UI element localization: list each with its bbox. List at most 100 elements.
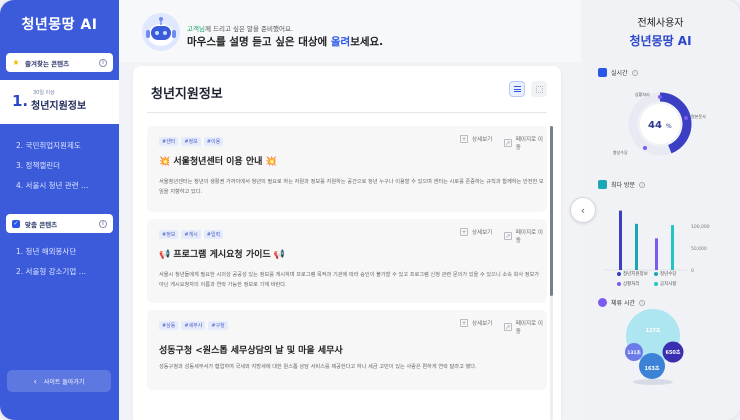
custom-header-label: 맞춤 콘텐츠 [25, 220, 58, 229]
robot-avatar-icon [142, 13, 180, 51]
bar-chart-icon [598, 180, 607, 189]
instruction-text: 마우스를 설명 듣고 싶은 대상에 올려보세요. [187, 36, 384, 48]
donut-label: 상황처리 [635, 91, 650, 97]
y-tick-label: 50,000 [691, 246, 707, 252]
collapse-panel-button[interactable]: ‹ [570, 197, 596, 223]
active-item-number: 1. [12, 92, 29, 110]
info-icon[interactable]: i [99, 219, 107, 228]
tag[interactable]: #세무사 [181, 321, 206, 330]
info-icon[interactable]: i [639, 299, 645, 306]
checkbox-icon: ✓ [12, 219, 20, 228]
grid-view-button[interactable] [531, 81, 547, 97]
card-title: 📢 프로그램 게시요청 가이드 📢 [159, 250, 286, 260]
go-to-page-button[interactable]: ↗ 페이지로 이동 [504, 228, 547, 244]
bar-2 [655, 238, 658, 270]
sidebar-item-smb[interactable]: 2. 서울형 강소기업 … [16, 266, 86, 277]
stats-title: 전체사용자 [637, 18, 684, 29]
donut-label: 향상수당 [613, 149, 628, 155]
stats-panel: 전체사용자 청년몽땅 AI 실시간 i 44 % 상황처리 원본문서 향상수당 … [581, 0, 740, 420]
tag-list: #정보 #게시 #입력 [159, 230, 224, 239]
divider [147, 112, 547, 113]
back-button-label: 사이트 돌아가기 [43, 378, 85, 386]
external-link-icon: ↗ [504, 139, 512, 147]
y-tick-label: 0 [691, 268, 694, 274]
detail-button[interactable]: + 상세보기 [460, 135, 492, 143]
star-icon: ★ [12, 58, 20, 67]
list-icon [513, 86, 521, 92]
favorites-header[interactable]: ★ 즐겨찾는 콘텐츠 i [6, 53, 113, 72]
go-to-page-button[interactable]: ↗ 페이지로 이동 [504, 319, 547, 335]
bar-chart: 100,000 50,000 0 [605, 210, 710, 274]
tag[interactable]: #정보 [159, 230, 179, 239]
info-icon[interactable]: i [631, 69, 638, 76]
external-link-icon: ↗ [504, 323, 512, 331]
bubble-icon [598, 298, 607, 307]
tag[interactable]: #구청 [208, 321, 228, 330]
donut-center-value: 44 [648, 120, 662, 131]
greeting-text: 고객님께 드리고 싶은 말을 준비했어요. [187, 25, 294, 33]
bar-3 [671, 225, 674, 270]
info-card: #정보 #게시 #입력 + 상세보기 ↗ 페이지로 이동 📢 프로그램 게시요청 가… [147, 219, 547, 303]
card-description: 서울청년센터는 청년의 생활권 가까이에서 청년의 필요로 하는 자원과 정보를… [159, 179, 544, 195]
list-view-button[interactable] [509, 81, 525, 97]
external-link-icon: ↗ [504, 232, 512, 240]
bubble-label: 163초 [644, 365, 659, 372]
greeting-bar: 고객님께 드리고 싶은 말을 준비했어요. 마우스를 설명 듣고 싶은 대상에 … [119, 0, 581, 62]
sidebar-item-seoul-youth[interactable]: 4. 서울시 청년 관련 … [16, 180, 89, 191]
y-tick-label: 100,000 [691, 224, 710, 230]
realtime-header: 실시간 i [598, 68, 638, 77]
bubble-label: 650초 [665, 349, 680, 356]
realtime-icon [598, 68, 607, 77]
tag[interactable]: #입력 [203, 230, 224, 239]
brand-title: 청년몽땅 AI [21, 17, 98, 33]
go-to-page-button[interactable]: ↗ 페이지로 이동 [504, 135, 547, 151]
bubble-chart: 127초 650초 131초 163초 [625, 309, 684, 385]
tag[interactable]: #상동 [159, 321, 179, 330]
bar-1 [635, 223, 638, 270]
plus-icon: + [460, 319, 468, 327]
app-window: 청년몽땅 AI ★ 즐겨찾는 콘텐츠 i 1. 30일 이상 청년지원정보 2.… [0, 0, 740, 420]
active-item-label: 청년지원정보 [31, 101, 87, 112]
legend-item: 공지사항 [654, 281, 677, 287]
scrollbar[interactable] [550, 126, 553, 420]
legend-item: 청년수당 [654, 271, 677, 277]
donut-chart: 44 % 상황처리 원본문서 향상수당 [613, 91, 706, 156]
info-card: #센터 #정보 #이용 + 상세보기 ↗ 페이지로 이동 💥 서울청년센터 이용 안… [147, 126, 547, 212]
sidebar-item-youth-support[interactable]: 1. 30일 이상 청년지원정보 [0, 80, 119, 124]
favorites-header-label: 즐겨찾는 콘텐츠 [25, 59, 70, 68]
plus-icon: + [460, 228, 468, 236]
card-title: 💥 서울청년센터 이용 안내 💥 [159, 157, 277, 167]
plus-icon: + [460, 135, 468, 143]
detail-button[interactable]: + 상세보기 [460, 228, 492, 236]
scrollbar-thumb[interactable] [550, 126, 553, 296]
info-icon[interactable]: i [99, 58, 107, 67]
detail-button[interactable]: + 상세보기 [460, 319, 492, 327]
sidebar-item-volunteer[interactable]: 1. 청년 해외봉사단 [16, 246, 76, 257]
chevron-left-icon: ‹ [33, 376, 37, 386]
donut-center-unit: % [666, 123, 672, 130]
bubble-label: 127초 [645, 327, 660, 334]
legend-item: 청년지원정보 [617, 271, 648, 277]
tag-list: #센터 #정보 #이용 [159, 137, 224, 146]
back-to-site-button[interactable]: ‹ 사이트 돌아가기 [7, 370, 111, 392]
bubble-label: 131초 [627, 350, 641, 356]
info-icon[interactable]: i [639, 181, 645, 188]
chevron-left-icon: ‹ [580, 203, 586, 217]
tag[interactable]: #이용 [203, 137, 224, 146]
bar-0 [619, 210, 622, 270]
tag[interactable]: #센터 [159, 137, 179, 146]
custom-content-header[interactable]: ✓ 맞춤 콘텐츠 i [6, 214, 113, 233]
tag[interactable]: #정보 [181, 137, 201, 146]
info-card: #상동 #세무사 #구청 + 상세보기 ↗ 페이지로 이동 성동구청 <원스톱 세무… [147, 310, 547, 390]
sidebar-item-employment[interactable]: 2. 국민취업지원제도 [16, 140, 81, 151]
sidebar-item-calendar[interactable]: 3. 정책캘린더 [16, 160, 60, 171]
panel-title: 청년지원정보 [151, 87, 223, 102]
tag-list: #상동 #세무사 #구청 [159, 321, 228, 330]
grid-icon [535, 85, 543, 93]
stats-subtitle: 청년몽땅 AI [629, 34, 692, 48]
tag[interactable]: #게시 [181, 230, 201, 239]
visits-header: 최다 방문 i [598, 180, 645, 189]
sidebar: 청년몽땅 AI ★ 즐겨찾는 콘텐츠 i 1. 30일 이상 청년지원정보 2.… [0, 0, 119, 420]
card-description: 성동구청과 성동세무서가 협업하여 국세와 지방세에 대한 원스톱 상담 서비스… [159, 364, 477, 370]
legend-item: 상황처리 [617, 281, 640, 287]
